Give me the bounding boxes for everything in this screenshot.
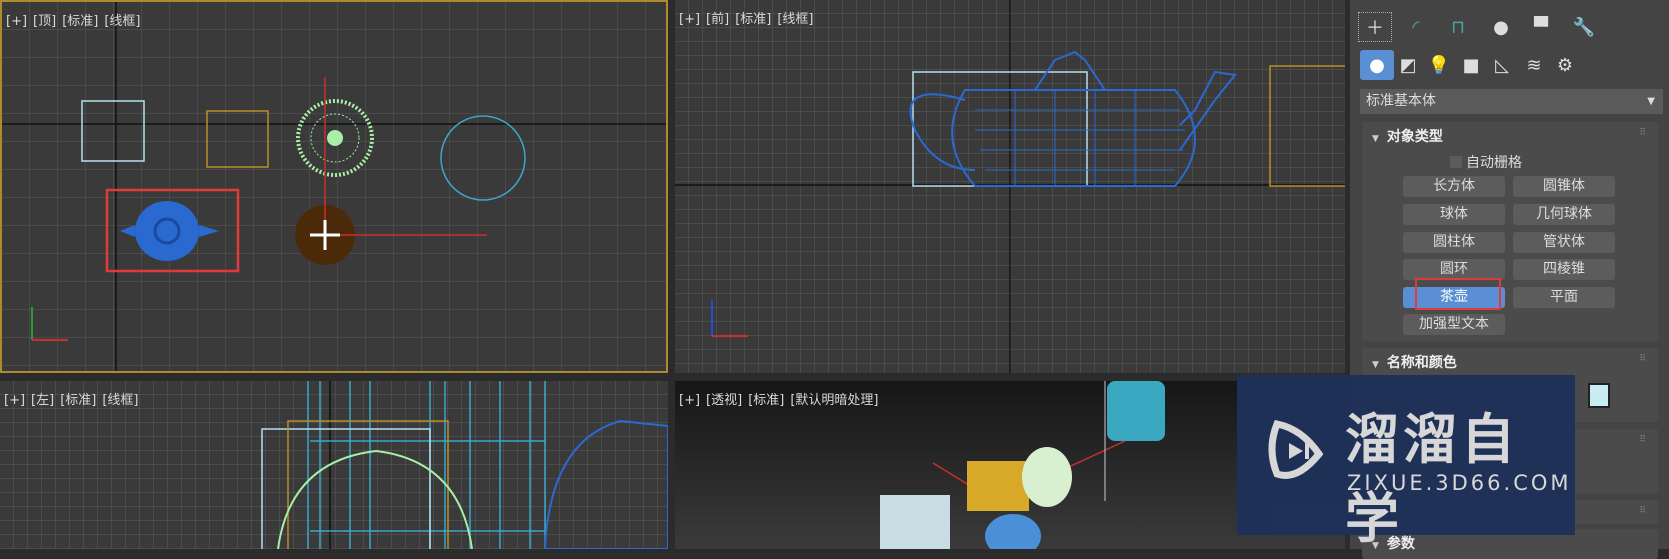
autogrid-checkbox[interactable]: 自动栅格	[1450, 152, 1522, 172]
viewport-label[interactable]: [+] [前] [标准] [线框]	[679, 8, 820, 27]
object-category-dropdown[interactable]: 标准基本体 ▼	[1360, 89, 1663, 114]
viewport-menu[interactable]: [+]	[679, 12, 700, 27]
textplus-button[interactable]: 加强型文本	[1403, 314, 1505, 335]
shapes-icon[interactable]: ◩	[1391, 50, 1425, 80]
viewport-menu[interactable]: [+]	[6, 14, 27, 29]
rollout-header[interactable]: ▼ 名称和颜色	[1372, 352, 1457, 372]
autogrid-label: 自动栅格	[1466, 155, 1522, 171]
view-type[interactable]: [透视]	[706, 393, 742, 408]
collapse-icon: ▼	[1372, 134, 1379, 144]
top-view-canvas	[2, 2, 666, 371]
object-type-rollout: ▼ 对象类型 ⠿ 自动栅格 长方体 圆锥体 球体 几何球体 圆柱体 管状体 圆环 …	[1362, 122, 1658, 341]
modify-icon[interactable]: ◜	[1399, 12, 1433, 42]
checkbox-box	[1450, 156, 1462, 168]
motion-icon[interactable]: ●	[1484, 12, 1518, 42]
play-logo-icon	[1268, 419, 1324, 479]
viewport-label[interactable]: [+] [左] [标准] [线框]	[4, 389, 145, 408]
view-type[interactable]: [左]	[31, 393, 54, 408]
watermark-url: ZIXUE.3D66.COM	[1347, 471, 1572, 495]
view-mode[interactable]: [标准]	[735, 12, 771, 27]
spacewarps-icon[interactable]: ≋	[1517, 50, 1551, 80]
systems-icon[interactable]: ⚙	[1548, 50, 1582, 80]
view-type[interactable]: [前]	[706, 12, 729, 27]
view-type[interactable]: [顶]	[33, 14, 56, 29]
view-mode[interactable]: [标准]	[60, 393, 96, 408]
dropdown-value: 标准基本体	[1366, 93, 1436, 109]
shading-mode[interactable]: [线框]	[102, 393, 138, 408]
view-mode[interactable]: [标准]	[748, 393, 784, 408]
box-button[interactable]: 长方体	[1403, 176, 1505, 197]
rollout-title: 对象类型	[1386, 129, 1443, 145]
plane-button[interactable]: 平面	[1513, 287, 1615, 308]
rollout-title: 名称和颜色	[1386, 355, 1457, 371]
collapse-icon: ▼	[1372, 360, 1379, 370]
front-view-canvas	[675, 0, 1345, 373]
rollout-header[interactable]: ▼ 对象类型	[1372, 126, 1443, 146]
view-mode[interactable]: [标准]	[62, 14, 98, 29]
shading-mode[interactable]: [线框]	[777, 12, 813, 27]
sphere-button[interactable]: 球体	[1403, 204, 1505, 225]
helpers-icon[interactable]: ◺	[1485, 50, 1519, 80]
hierarchy-icon[interactable]: ⊓	[1441, 12, 1475, 42]
grip-icon[interactable]: ⠿	[1639, 354, 1646, 364]
cone-button[interactable]: 圆锥体	[1513, 176, 1615, 197]
tube-button[interactable]: 管状体	[1513, 232, 1615, 253]
cameras-icon[interactable]: ■	[1454, 50, 1488, 80]
lights-icon[interactable]: 💡	[1422, 50, 1456, 80]
viewport-label[interactable]: [+] [顶] [标准] [线框]	[6, 10, 147, 29]
viewport-top[interactable]: [+] [顶] [标准] [线框]	[0, 0, 668, 373]
grip-icon[interactable]: ⠿	[1639, 435, 1646, 445]
shading-mode[interactable]: [默认明暗处理]	[790, 393, 878, 408]
object-color-swatch[interactable]	[1588, 383, 1610, 408]
torus-button[interactable]: 圆环	[1403, 259, 1505, 280]
viewport-menu[interactable]: [+]	[4, 393, 25, 408]
grip-icon[interactable]: ⠿	[1639, 506, 1646, 516]
viewport-left[interactable]: [+] [左] [标准] [线框]	[0, 381, 668, 549]
pyramid-button[interactable]: 四棱锥	[1513, 259, 1615, 280]
viewport-label[interactable]: [+] [透视] [标准] [默认明暗处理]	[679, 389, 885, 408]
utilities-icon[interactable]: 🔧	[1567, 12, 1601, 42]
viewport-menu[interactable]: [+]	[679, 393, 700, 408]
shading-mode[interactable]: [线框]	[104, 14, 140, 29]
grip-icon[interactable]: ⠿	[1639, 128, 1646, 138]
cylinder-button[interactable]: 圆柱体	[1403, 232, 1505, 253]
viewport-front[interactable]: [+] [前] [标准] [线框]	[675, 0, 1345, 373]
create-icon[interactable]: ＋	[1358, 12, 1392, 42]
geosphere-button[interactable]: 几何球体	[1513, 204, 1615, 225]
teapot-highlight-box	[1415, 278, 1501, 310]
geometry-icon[interactable]: ●	[1360, 50, 1394, 80]
watermark: 溜溜自学 ZIXUE.3D66.COM	[1237, 375, 1575, 550]
display-icon[interactable]: ▀	[1524, 12, 1558, 42]
chevron-down-icon: ▼	[1647, 96, 1655, 107]
